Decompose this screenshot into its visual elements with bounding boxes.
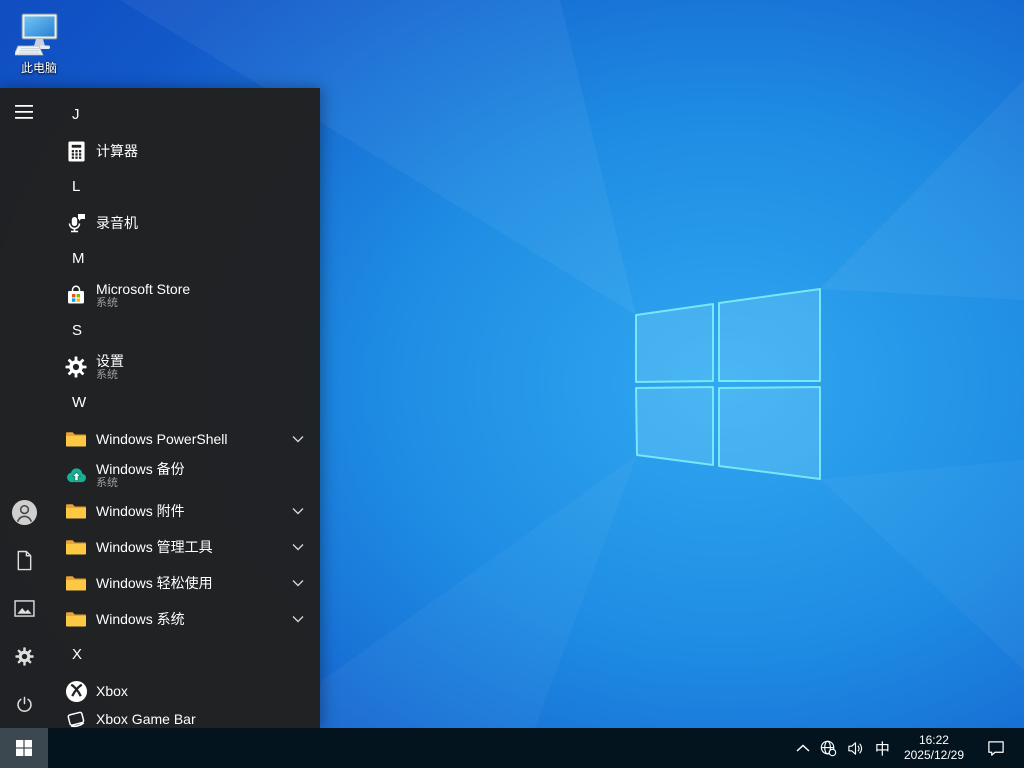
expand-menu-button[interactable] xyxy=(0,88,48,136)
folder-icon xyxy=(66,540,86,555)
app-label: Microsoft Store xyxy=(96,280,191,297)
power-icon xyxy=(16,696,32,712)
taskbar: 中 16:22 2025/12/29 xyxy=(0,728,1024,768)
desktop-icon-this-pc[interactable]: 此电脑 xyxy=(8,12,70,76)
folder-icon xyxy=(66,504,86,519)
show-hidden-icons-button[interactable] xyxy=(791,728,815,768)
app-label: Windows 系统 xyxy=(96,611,185,627)
app-label: Xbox xyxy=(96,683,128,699)
app-sublabel: 系统 xyxy=(96,368,118,381)
section-letter-w[interactable]: W xyxy=(48,385,320,421)
power-button[interactable] xyxy=(0,680,48,728)
app-label: Xbox Game Bar xyxy=(96,711,196,727)
chevron-down-icon xyxy=(292,616,304,623)
app-label: 计算器 xyxy=(96,143,138,159)
pictures-button[interactable] xyxy=(0,584,48,632)
gear-icon xyxy=(14,646,34,666)
start-button[interactable] xyxy=(0,728,48,768)
chevron-down-icon xyxy=(292,508,304,515)
folder-item-windows-ease-of-access[interactable]: Windows 轻松使用 xyxy=(48,565,320,601)
ime-indicator[interactable]: 中 xyxy=(869,728,896,768)
app-label: 设置 xyxy=(96,352,124,369)
app-item-voice-recorder[interactable]: 录音机 xyxy=(48,205,320,241)
gear-icon xyxy=(65,356,87,378)
chevron-down-icon xyxy=(292,436,304,443)
volume-button[interactable] xyxy=(842,728,869,768)
folder-item-windows-admin-tools[interactable]: Windows 管理工具 xyxy=(48,529,320,565)
globe-no-internet-icon xyxy=(820,740,837,756)
app-label: Windows 备份 xyxy=(96,460,185,477)
user-account-button[interactable] xyxy=(0,488,48,536)
rail-spacer xyxy=(0,136,48,488)
app-label: Windows 附件 xyxy=(96,503,185,519)
documents-button[interactable] xyxy=(0,536,48,584)
action-center-icon xyxy=(988,741,1004,756)
folder-icon xyxy=(66,432,86,447)
section-letter-j[interactable]: J xyxy=(48,97,320,133)
app-label: Windows PowerShell xyxy=(96,431,228,447)
windows-logo-icon xyxy=(16,740,32,756)
settings-button[interactable] xyxy=(0,632,48,680)
xbox-icon xyxy=(65,680,87,702)
xbox-gamebar-icon xyxy=(67,711,85,728)
pictures-icon xyxy=(13,599,35,617)
folder-item-windows-powershell[interactable]: Windows PowerShell xyxy=(48,421,320,457)
folder-icon xyxy=(66,576,86,591)
speaker-icon xyxy=(848,741,862,755)
hamburger-icon xyxy=(15,105,33,119)
app-label: Windows 轻松使用 xyxy=(96,575,213,591)
microphone-icon xyxy=(68,214,85,233)
folder-item-windows-accessories[interactable]: Windows 附件 xyxy=(48,493,320,529)
app-sublabel: 系统 xyxy=(96,296,118,309)
user-icon xyxy=(11,499,37,525)
this-pc-label: 此电脑 xyxy=(20,61,57,75)
app-sublabel: 系统 xyxy=(96,476,118,489)
action-center-button[interactable] xyxy=(982,728,1010,768)
calculator-icon xyxy=(67,141,85,161)
start-menu: J 计算器 L 录音机 M Microsoft Store 系统 S 设置 系统… xyxy=(0,88,320,728)
app-label: Windows 管理工具 xyxy=(96,539,213,555)
network-status-button[interactable] xyxy=(815,728,842,768)
section-letter-s[interactable]: S xyxy=(48,313,320,349)
system-tray: 中 16:22 2025/12/29 xyxy=(791,728,1024,768)
folder-item-windows-system[interactable]: Windows 系统 xyxy=(48,601,320,637)
section-letter-m[interactable]: M xyxy=(48,241,320,277)
app-item-settings[interactable]: 设置 系统 xyxy=(48,349,320,385)
document-icon xyxy=(17,550,31,570)
folder-icon xyxy=(66,612,86,627)
chevron-down-icon xyxy=(292,580,304,587)
app-item-calculator[interactable]: 计算器 xyxy=(48,133,320,169)
clock-date: 2025/12/29 xyxy=(903,748,964,762)
cloud-backup-icon xyxy=(66,467,86,482)
store-icon xyxy=(68,285,84,304)
section-letter-x[interactable]: X xyxy=(48,637,320,673)
app-label: 录音机 xyxy=(96,215,138,231)
app-item-xbox-game-bar[interactable]: Xbox Game Bar xyxy=(48,701,320,728)
clock-time: 16:22 xyxy=(918,733,949,747)
section-letter-l[interactable]: L xyxy=(48,169,320,205)
taskbar-clock[interactable]: 16:22 2025/12/29 xyxy=(896,733,972,763)
start-menu-rail xyxy=(0,88,48,728)
chevron-up-icon xyxy=(796,744,810,752)
app-item-windows-backup[interactable]: Windows 备份 系统 xyxy=(48,457,320,493)
start-menu-app-list: J 计算器 L 录音机 M Microsoft Store 系统 S 设置 系统… xyxy=(48,88,320,728)
computer-icon xyxy=(15,13,58,56)
chevron-down-icon xyxy=(292,544,304,551)
app-item-microsoft-store[interactable]: Microsoft Store 系统 xyxy=(48,277,320,313)
